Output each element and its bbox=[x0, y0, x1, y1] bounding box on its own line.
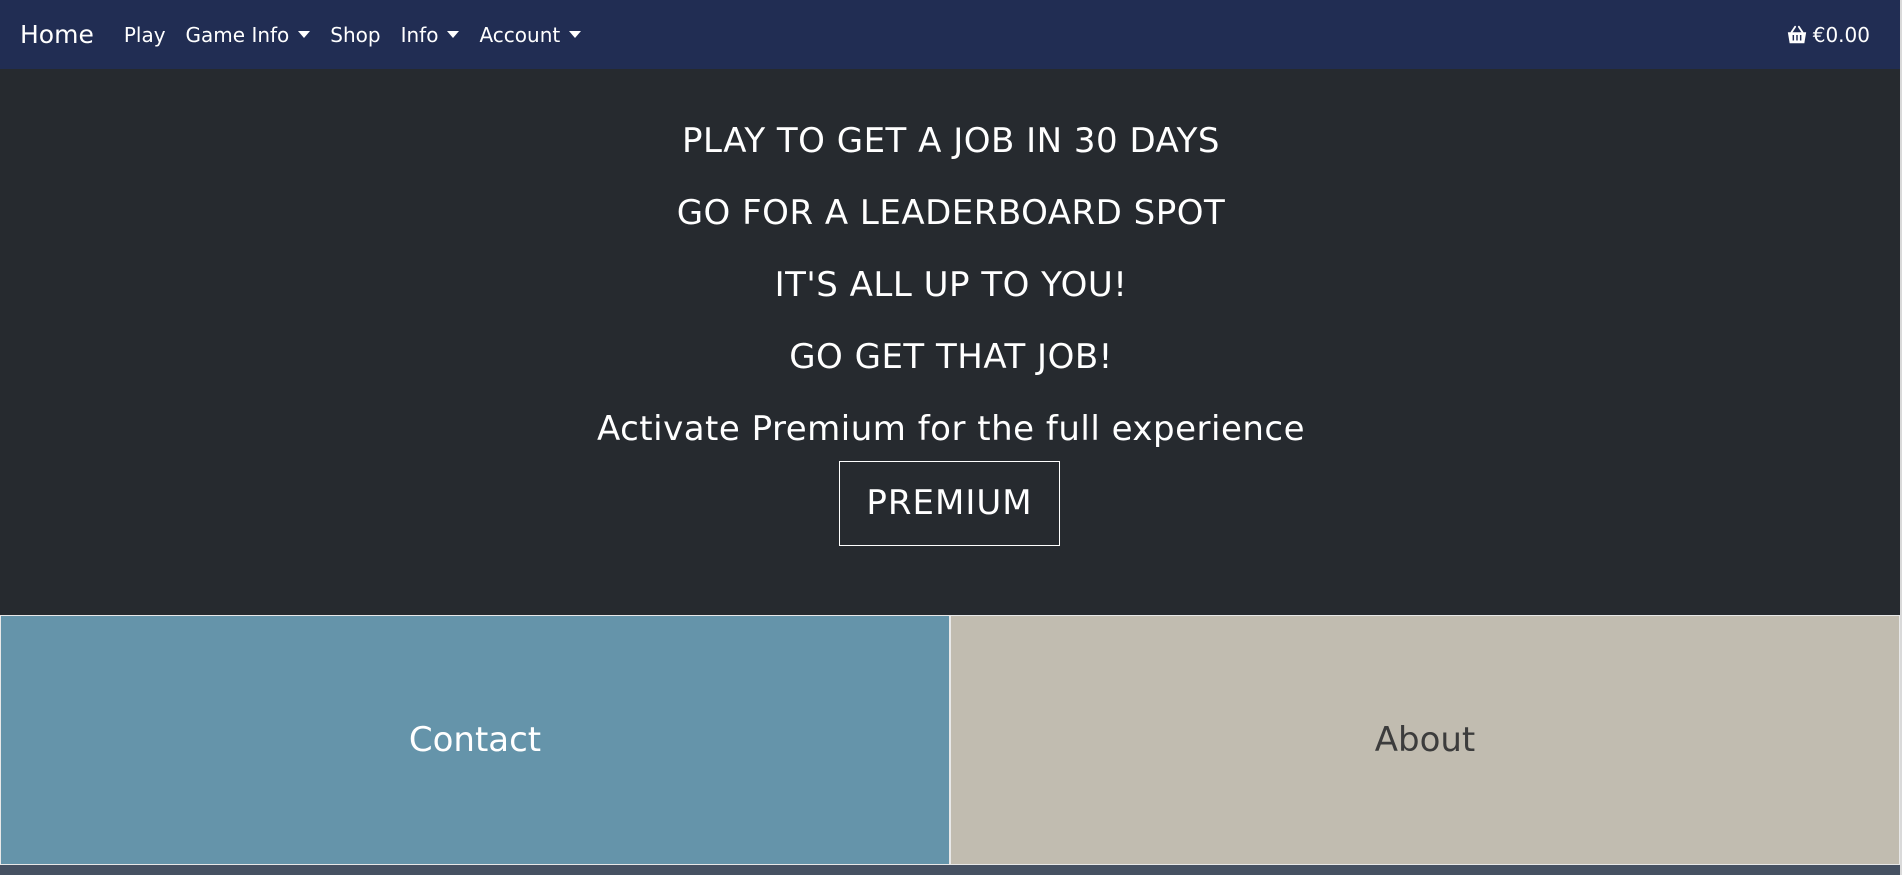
nav-item-label: Account bbox=[479, 22, 561, 47]
cart-total: €0.00 bbox=[1812, 22, 1870, 47]
chevron-down-icon bbox=[298, 31, 311, 38]
nav-item-play[interactable]: Play bbox=[124, 23, 166, 47]
nav-brand-home[interactable]: Home bbox=[20, 20, 94, 49]
premium-prompt: Activate Premium for the full experience bbox=[596, 409, 1306, 449]
basket-icon bbox=[1787, 25, 1806, 43]
nav-item-label: Shop bbox=[330, 22, 381, 47]
nav-item-game-info[interactable]: Game Info bbox=[186, 23, 311, 47]
hero-section: PLAY TO GET A JOB IN 30 DAYS GO FOR A LE… bbox=[0, 69, 1902, 615]
nav-item-label: Play bbox=[123, 22, 166, 47]
nav-item-account[interactable]: Account bbox=[479, 22, 582, 47]
hero-line-2: GO FOR A LEADERBOARD SPOT bbox=[676, 193, 1226, 233]
premium-button[interactable]: PREMIUM bbox=[839, 461, 1060, 546]
about-tile[interactable]: About bbox=[950, 615, 1900, 865]
cart-button[interactable]: €0.00 bbox=[1786, 23, 1870, 47]
nav-item-label: Game Info bbox=[185, 22, 290, 47]
nav-item-shop[interactable]: Shop bbox=[330, 23, 380, 47]
hero-line-4: GO GET THAT JOB! bbox=[789, 337, 1113, 377]
top-navbar: Home Play Game Info Shop Info Account €0… bbox=[0, 0, 1902, 69]
contact-label: Contact bbox=[408, 720, 542, 760]
nav-item-label: Info bbox=[400, 22, 439, 47]
chevron-down-icon bbox=[447, 31, 460, 38]
chevron-down-icon bbox=[569, 31, 582, 38]
nav-item-info[interactable]: Info bbox=[401, 23, 460, 47]
about-label: About bbox=[1374, 720, 1476, 760]
contact-tile[interactable]: Contact bbox=[0, 615, 950, 865]
hero-line-1: PLAY TO GET A JOB IN 30 DAYS bbox=[681, 121, 1221, 161]
hero-line-3: IT'S ALL UP TO YOU! bbox=[774, 265, 1128, 305]
